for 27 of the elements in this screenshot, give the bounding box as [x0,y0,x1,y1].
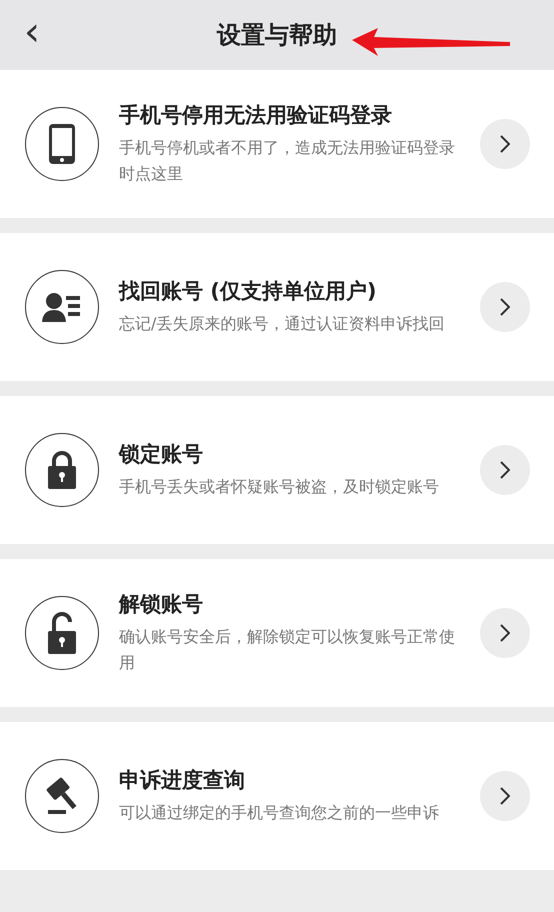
item-description: 手机号停机或者不用了，造成无法用验证码登录时点这里 [119,137,456,185]
chevron-button[interactable] [480,771,530,821]
chevron-right-icon [500,461,510,479]
chevron-right-icon [500,787,510,805]
item-description: 手机号丢失或者怀疑账号被盗，及时锁定账号 [119,476,440,498]
chevron-right-icon [500,624,510,642]
chevron-button[interactable] [480,445,530,495]
item-title: 找回账号 (仅支持单位用户) [119,278,378,305]
item-description: 忘记/丢失原来的账号，通过认证资料申诉找回 [119,313,446,335]
chevron-button[interactable] [480,119,530,169]
item-title: 解锁账号 [119,591,204,618]
item-title: 锁定账号 [119,441,204,468]
item-title: 手机号停用无法用验证码登录 [119,102,393,129]
chevron-right-icon [500,298,510,316]
phone-icon [49,124,75,164]
back-button[interactable]: ‹ [18,12,46,52]
item-description: 可以通过绑定的手机号查询您之前的一些申诉 [119,802,440,824]
item-title: 申诉进度查询 [119,767,246,794]
chevron-button[interactable] [480,608,530,658]
chevron-right-icon [500,135,510,153]
item-description: 确认账号安全后，解除锁定可以恢复账号正常使用 [119,626,456,674]
gavel-icon [46,777,78,815]
lock-icon [48,451,76,489]
chevron-button[interactable] [480,282,530,332]
person-card-icon [42,292,82,322]
unlocked-lock-icon [48,612,76,654]
page-title: 设置与帮助 [217,20,337,51]
